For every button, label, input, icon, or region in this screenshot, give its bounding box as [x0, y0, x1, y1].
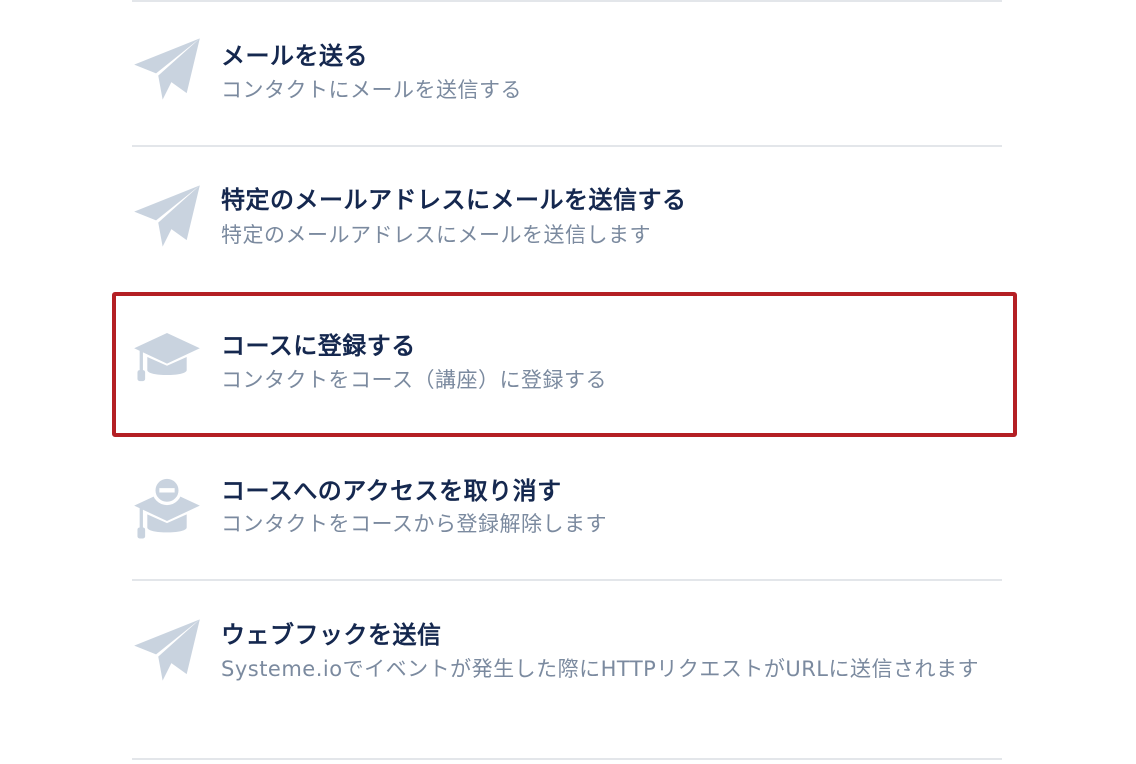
action-description: Systeme.ioでイベントが発生した際にHTTPリクエストがURLに送信され… [221, 657, 979, 681]
action-item-revoke-course-access[interactable]: コースへのアクセスを取り消す コンタクトをコースから登録解除します [132, 437, 1002, 579]
action-item-send-webhook[interactable]: ウェブフックを送信 Systeme.ioでイベントが発生した際にHTTPリクエス… [132, 581, 1002, 758]
selection-highlight [112, 292, 1017, 437]
action-item-send-email[interactable]: メールを送る コンタクトにメールを送信する [132, 0, 1002, 145]
action-title: メールを送る [221, 42, 368, 70]
action-description: コンタクトにメールを送信する [221, 78, 522, 102]
paper-plane-icon [132, 181, 202, 251]
paper-plane-icon [132, 34, 202, 104]
divider [132, 758, 1002, 760]
action-description: 特定のメールアドレスにメールを送信します [221, 223, 651, 247]
action-item-send-email-to-address[interactable]: 特定のメールアドレスにメールを送信する 特定のメールアドレスにメールを送信します [132, 147, 1002, 292]
graduation-cap-minus-icon [132, 475, 202, 545]
action-title: ウェブフックを送信 [221, 621, 442, 649]
paper-plane-icon [132, 615, 202, 685]
action-description: コンタクトをコースから登録解除します [221, 512, 607, 536]
action-title: 特定のメールアドレスにメールを送信する [221, 186, 687, 214]
action-title: コースへのアクセスを取り消す [221, 477, 562, 505]
